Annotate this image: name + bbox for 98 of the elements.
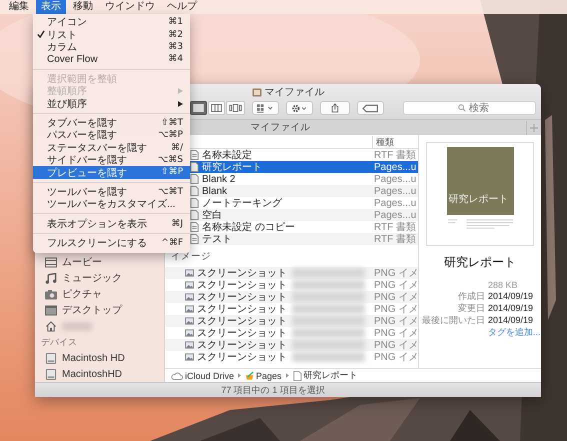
menu-bar-item[interactable]: 表示 (36, 0, 66, 14)
file-row[interactable]: スクリーンショット PNG イメ (165, 279, 418, 291)
file-row[interactable]: スクリーンショット PNG イメ (165, 267, 418, 279)
text-lines-drawing (446, 218, 514, 231)
sidebar-item[interactable]: ピクチャ (35, 286, 164, 302)
menu-item[interactable]: リスト ⌘2 (33, 28, 190, 41)
search-field[interactable]: 検索 (403, 101, 536, 115)
house-icon (45, 320, 57, 332)
image-icon (185, 280, 194, 290)
pencil-cup-icon (245, 370, 254, 380)
menu-bar-item[interactable]: 編集 (4, 0, 34, 14)
menu-bar-item[interactable]: ウインドウ (100, 0, 160, 14)
search-icon (458, 104, 466, 112)
file-row[interactable]: テスト RTF 書類 (190, 233, 418, 245)
camera-icon (45, 288, 57, 300)
tags-button[interactable] (357, 101, 384, 115)
menu-item[interactable]: アイコン ⌘1 (33, 16, 190, 28)
info-value: 2014/09/19 (488, 315, 534, 325)
menu-item[interactable]: タブバーを隠す ⇧⌘T (33, 116, 190, 130)
menu-item[interactable]: 表示オプションを表示 ⌘J (33, 217, 190, 230)
file-row[interactable]: スクリーンショット PNG イメ (165, 339, 418, 351)
columns-icon (211, 104, 222, 112)
menu-bar-item[interactable]: 移動 (68, 0, 98, 14)
status-text: 77 項目中の 1 項目を選択 (221, 384, 325, 396)
file-row[interactable]: 空白 Pages...u (190, 209, 418, 221)
file-row[interactable]: Blank 2 Pages...u (190, 173, 418, 185)
drive-icon (45, 368, 57, 380)
path-item[interactable]: Pages (245, 370, 282, 380)
display-icon (45, 304, 57, 316)
sidebar-item[interactable]: ミュージック (35, 270, 164, 286)
gear-icon (291, 104, 308, 112)
film-icon (45, 256, 57, 268)
cloud-icon (171, 372, 183, 380)
menu-bar-item[interactable]: ヘルプ (162, 0, 202, 14)
image-icon (185, 268, 194, 278)
image-icon (185, 328, 194, 338)
menu-item[interactable]: カラム ⌘3 (33, 40, 190, 54)
path-item[interactable]: 研究レポート (292, 369, 358, 382)
file-row[interactable]: スクリーンショット PNG イメ (165, 291, 418, 303)
file-size: 288 KB (487, 280, 518, 290)
menu-item[interactable]: プレビューを隠す ⇧⌘P (33, 166, 190, 179)
sidebar-item[interactable]: デスクトップ (35, 302, 164, 318)
path-item[interactable]: iCloud Drive (171, 370, 234, 380)
file-row[interactable]: スクリーンショット PNG イメ (165, 327, 418, 339)
file-row[interactable]: スクリーンショット PNG イメ (165, 303, 418, 315)
menu-item[interactable]: 並び順序 (33, 97, 190, 110)
blurred-text (62, 322, 92, 330)
menu-item[interactable]: ツールバーをカスタマイズ... (33, 198, 190, 210)
image-icon (185, 292, 194, 302)
list-view-icon (193, 104, 204, 112)
document-icon (190, 234, 199, 244)
arrange-button[interactable] (252, 101, 279, 115)
file-row[interactable]: スクリーンショット PNG イメ (165, 351, 418, 363)
column-header[interactable]: 種類 (372, 136, 418, 148)
info-label: 作成日 (457, 290, 485, 302)
drive-icon (45, 352, 57, 364)
grid-icon (257, 104, 274, 112)
tag-icon (362, 104, 379, 112)
sidebar-heading: デバイス (40, 336, 78, 349)
plus-icon (530, 124, 538, 132)
menu-item[interactable]: ステータスバーを隠す ⌘/ (33, 142, 190, 154)
file-name: 研究レポート (444, 254, 516, 271)
info-label: 変更日 (457, 302, 485, 314)
file-row[interactable]: 名称未設定 のコピー RTF 書類 (190, 221, 418, 233)
menu-item[interactable]: サイドバーを隠す ⌥⌘S (33, 154, 190, 166)
menu-item[interactable]: ツールバーを隠す ⌥⌘T (33, 186, 190, 198)
arrow-icon (238, 373, 242, 378)
file-row[interactable]: 研究レポート Pages...u (190, 161, 418, 173)
window-title: マイファイル (264, 86, 324, 99)
info-label: 最後に開いた日 (421, 314, 485, 326)
arrow-icon (286, 373, 289, 378)
image-icon (185, 352, 194, 362)
sidebar-item[interactable]: ムービー (35, 254, 164, 270)
file-row[interactable]: ノートテーキング Pages...u (190, 197, 418, 209)
folder-icon (252, 87, 262, 97)
view-button[interactable] (190, 101, 207, 115)
sidebar-item[interactable]: Macintosh HD (35, 350, 164, 366)
file-row[interactable]: 名称未設定 RTF 書類 (190, 149, 418, 161)
document-icon (190, 150, 199, 160)
add-tags-link[interactable]: タグを追加... (488, 326, 541, 338)
info-value: 2014/09/19 (488, 303, 534, 313)
menu-item[interactable]: パスバーを隠す ⌥⌘P (33, 129, 190, 142)
info-value: 2014/09/19 (488, 291, 534, 301)
sidebar-item[interactable]: MacintoshHD (35, 366, 164, 382)
menu-item[interactable]: Cover Flow ⌘4 (33, 53, 190, 66)
action-button[interactable] (286, 101, 313, 115)
music-note-icon (45, 272, 57, 284)
image-icon (185, 316, 194, 326)
document-icon (190, 222, 199, 232)
image-icon (185, 340, 194, 350)
file-row[interactable]: Blank Pages...u (190, 185, 418, 197)
share-button[interactable] (320, 101, 350, 115)
image-icon (185, 304, 194, 314)
document-title: 研究レポート (448, 192, 508, 206)
document-icon (292, 370, 302, 380)
file-row[interactable]: スクリーンショット PNG イメ (165, 315, 418, 327)
menu-item[interactable]: フルスクリーンにする ^⌘F (33, 236, 190, 250)
cover-flow-icon (229, 104, 242, 112)
